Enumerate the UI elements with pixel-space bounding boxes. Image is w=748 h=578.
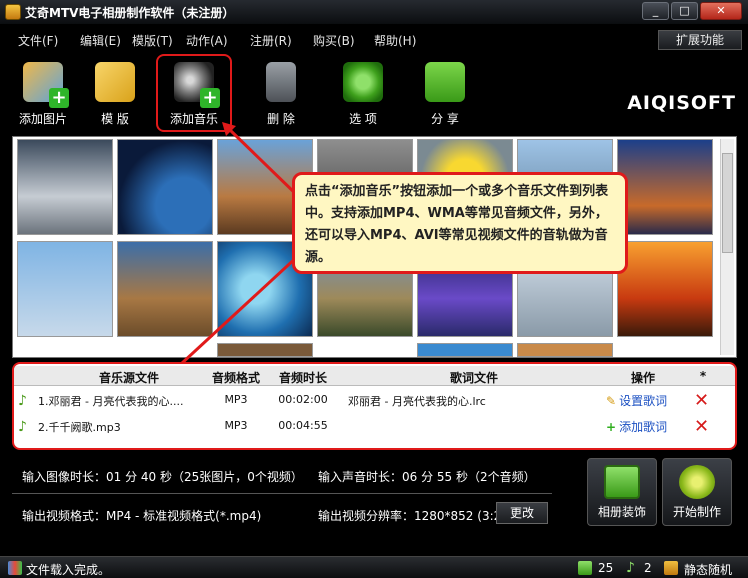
table-row[interactable]: ♪ 1.邓丽君 - 月亮代表我的心.... MP3 00:02:00 邓丽君 -… <box>14 388 735 414</box>
audio-count: 2 <box>644 561 652 575</box>
maximize-button[interactable]: □ <box>671 2 698 20</box>
delete-row-icon[interactable]: ✕ <box>694 416 709 437</box>
status-bar: 文件载入完成。 25 ♪ 2 静态随机 <box>0 556 748 578</box>
music-note-icon: ♪ <box>18 419 27 435</box>
scrollbar-thumb[interactable] <box>722 153 733 253</box>
music-table: 音乐源文件 音频格式 音频时长 歌词文件 操作 * ♪ 1.邓丽君 - 月亮代表… <box>12 362 737 450</box>
pencil-icon: ✎ <box>606 394 617 408</box>
tooltip-callout: 点击“添加音乐”按钮添加一个或多个音乐文件到列表中。支持添加MP4、WMA等常见… <box>292 172 628 274</box>
options-label: 选 项 <box>349 112 377 126</box>
add-picture-button[interactable]: + 添加图片 <box>8 60 78 126</box>
image-duration-text: 输入图像时长：01 分 40 秒（25张图片，0个视频） <box>22 470 303 484</box>
audio-count-icon: ♪ <box>626 560 635 576</box>
add-music-button[interactable]: + 添加音乐 <box>156 54 232 132</box>
album-decor-label: 相册装饰 <box>597 505 646 519</box>
music-note-icon: ♪ <box>18 393 27 409</box>
set-lyrics-link[interactable]: ✎ 设置歌词 <box>606 392 667 409</box>
resolution-text: 输出视频分辨率：1280*852 (3:2) <box>318 509 506 523</box>
add-music-label: 添加音乐 <box>169 112 218 126</box>
photo-thumb[interactable] <box>617 241 713 337</box>
col-duration[interactable]: 音频时长 <box>270 369 336 386</box>
add-lyrics-label: 添加歌词 <box>619 420 668 434</box>
minimize-button[interactable]: _ <box>642 2 669 20</box>
aiqisoft-logo: AIQISOFT <box>627 92 736 114</box>
table-row[interactable]: ♪ 2.千千阙歌.mp3 MP3 00:04:55 + 添加歌词 ✕ <box>14 414 735 440</box>
window-title: 艾奇MTV电子相册制作软件（未注册） <box>25 5 235 20</box>
options-gear-icon <box>343 62 383 102</box>
photo-thumb[interactable] <box>17 139 113 235</box>
menu-register[interactable]: 注册(R) <box>250 32 292 49</box>
photo-thumb[interactable] <box>417 343 513 357</box>
chart-icon <box>8 561 22 575</box>
menu-edit[interactable]: 编辑(E) <box>80 32 121 49</box>
change-button[interactable]: 更改 <box>496 502 548 524</box>
extend-features-button[interactable]: 扩展功能 <box>658 30 742 50</box>
options-button[interactable]: 选 项 <box>328 60 398 126</box>
template-button[interactable]: 模 版 <box>80 60 150 126</box>
add-lyrics-link[interactable]: + 添加歌词 <box>606 418 667 435</box>
image-count: 25 <box>598 561 614 575</box>
template-icon <box>95 62 135 102</box>
photo-thumb[interactable] <box>617 139 713 235</box>
title-bar: 艾奇MTV电子相册制作软件（未注册） _ □ ✕ <box>0 0 748 24</box>
info-divider <box>12 493 552 494</box>
menu-help[interactable]: 帮助(H) <box>374 32 416 49</box>
gallery-scrollbar[interactable] <box>720 139 734 355</box>
delete-row-icon[interactable]: ✕ <box>694 390 709 411</box>
col-lyrics[interactable]: 歌词文件 <box>344 369 604 386</box>
toolbar: + 添加图片 模 版 + 添加音乐 删 除 选 项 分 享 AIQISOFT <box>0 54 748 134</box>
menu-buy[interactable]: 购买(B) <box>313 32 355 49</box>
start-label: 开始制作 <box>672 505 721 519</box>
col-star[interactable]: * <box>688 369 718 383</box>
add-music-icon: + <box>174 62 220 108</box>
format-cell: MP3 <box>224 393 248 406</box>
app-icon <box>5 4 21 20</box>
album-decor-button[interactable]: 相册装饰 <box>587 458 657 526</box>
mode-icon <box>664 561 678 575</box>
menu-bar: 文件(F) 编辑(E) 模版(T) 动作(A) 注册(R) 购买(B) 帮助(H… <box>0 28 748 52</box>
audio-duration-text: 输入声音时长：06 分 55 秒（2个音频） <box>318 470 536 484</box>
project-info: 输入图像时长：01 分 40 秒（25张图片，0个视频） 输入声音时长：06 分… <box>12 456 582 536</box>
picture-frame-icon <box>604 465 640 499</box>
delete-label: 删 除 <box>267 112 295 126</box>
menu-action[interactable]: 动作(A) <box>186 32 228 49</box>
duration-cell: 00:04:55 <box>278 419 328 432</box>
share-button[interactable]: 分 享 <box>410 60 480 126</box>
menu-template[interactable]: 模版(T) <box>132 32 173 49</box>
photo-thumb[interactable] <box>17 241 113 337</box>
photo-thumb[interactable] <box>217 343 313 357</box>
col-music-file[interactable]: 音乐源文件 <box>54 369 204 386</box>
start-arrow-icon <box>679 465 715 499</box>
format-cell: MP3 <box>224 419 248 432</box>
trash-icon <box>266 62 296 102</box>
share-label: 分 享 <box>431 112 459 126</box>
template-label: 模 版 <box>101 112 129 126</box>
col-format[interactable]: 音频格式 <box>206 369 266 386</box>
start-button[interactable]: 开始制作 <box>662 458 732 526</box>
status-message: 文件载入完成。 <box>26 563 111 577</box>
photo-thumb[interactable] <box>517 343 613 357</box>
delete-button[interactable]: 删 除 <box>246 60 316 126</box>
window-controls: _ □ ✕ <box>642 2 742 20</box>
mode-text: 静态随机 <box>684 563 733 577</box>
set-lyrics-label: 设置歌词 <box>619 394 668 408</box>
music-file-cell: 1.邓丽君 - 月亮代表我的心.... <box>38 395 184 408</box>
add-picture-label: 添加图片 <box>18 112 67 126</box>
photo-thumb[interactable] <box>117 241 213 337</box>
close-button[interactable]: ✕ <box>700 2 742 20</box>
music-file-cell: 2.千千阙歌.mp3 <box>38 421 121 434</box>
lyrics-cell: 邓丽君 - 月亮代表我的心.lrc <box>348 395 486 408</box>
plus-icon: + <box>606 420 617 434</box>
col-action[interactable]: 操作 <box>606 369 680 386</box>
table-header: 音乐源文件 音频格式 音频时长 歌词文件 操作 * <box>14 366 735 386</box>
add-picture-icon: + <box>23 62 69 108</box>
image-count-icon <box>578 561 592 575</box>
share-icon <box>425 62 465 102</box>
menu-file[interactable]: 文件(F) <box>18 32 58 49</box>
duration-cell: 00:02:00 <box>278 393 328 406</box>
video-format-text: 输出视频格式：MP4 - 标准视频格式(*.mp4) <box>22 509 262 523</box>
photo-thumb[interactable] <box>117 139 213 235</box>
